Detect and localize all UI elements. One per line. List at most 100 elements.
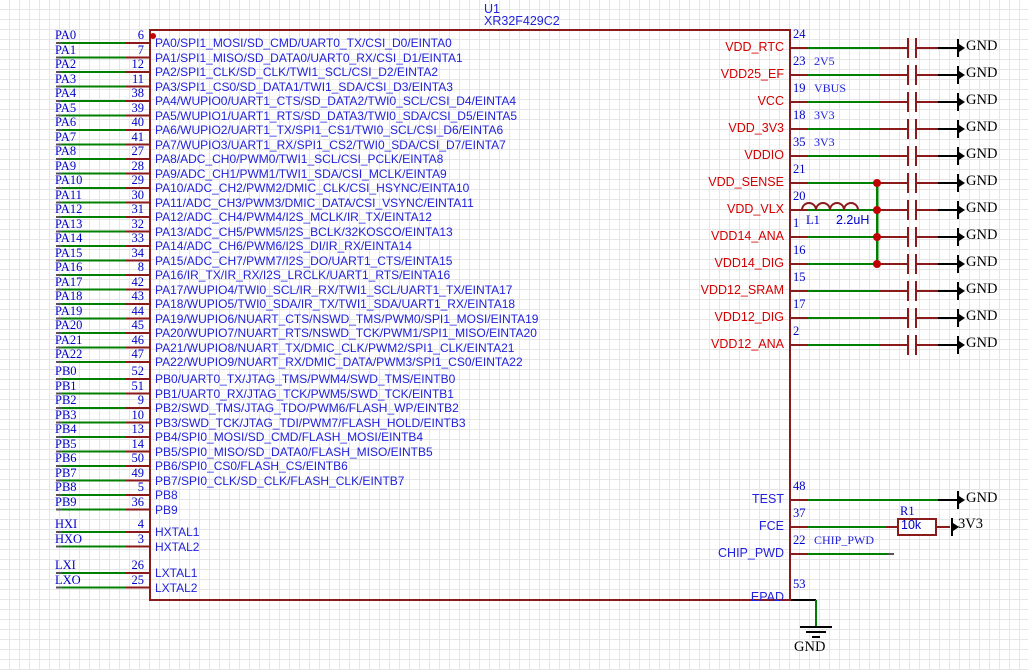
inductor-reference: L1 — [806, 213, 820, 227]
gnd-label-EPAD: GND — [794, 639, 826, 655]
pin-number-PA16: 8 — [137, 260, 144, 274]
gnd-earth-EPAD — [800, 625, 832, 639]
pin-number-PA2: 12 — [131, 57, 145, 71]
gnd-flag-arrow — [959, 179, 965, 187]
power-pin-name-VCC: VCC — [757, 94, 784, 108]
inductor-coil — [801, 202, 859, 211]
symbols-layer — [800, 38, 965, 639]
pin-number-CHIP_PWD: 22 — [793, 533, 806, 547]
pin-number-PA15: 34 — [131, 245, 145, 260]
capacitor-VDD_SENSE — [906, 173, 918, 193]
gnd-flag-VDD_3V3 — [956, 120, 965, 138]
power-pin-name-VDD12_ANA: VDD12_ANA — [711, 337, 784, 351]
gnd-flag-VDD_SENSE — [956, 174, 965, 192]
gnd-flag-VDD14_DIG — [956, 255, 965, 273]
pin-number-VCC: 19 — [793, 81, 806, 95]
gnd-flag-arrow — [959, 314, 965, 322]
pin-function-PA22: PA22/WUPIO9/NUART_RX/DMIC_DATA/PWM3/SPI1… — [155, 355, 523, 369]
gnd-label-VCC: GND — [966, 92, 998, 108]
power-pin-name-VDD14_ANA: VDD14_ANA — [711, 229, 784, 243]
capacitor-VDD12_ANA — [906, 335, 918, 355]
pin-number-VDD_VLX: 20 — [793, 189, 806, 203]
power-pin-name-VDD25_EF: VDD25_EF — [720, 67, 784, 81]
inductor-L1 — [801, 202, 859, 211]
gnd-label-VDD_3V3: GND — [966, 119, 998, 135]
pin-number-PA20: 45 — [131, 318, 145, 332]
pin-number-PA14: 33 — [131, 231, 145, 245]
pin-number-VDD14_ANA: 1 — [793, 216, 800, 230]
junction-vdd-bus-5 — [873, 179, 881, 187]
gnd-label-VDD25_EF: GND — [966, 65, 998, 81]
gnd-flag-VDD12_ANA — [956, 336, 965, 354]
net-label-VDDIO: 3V3 — [814, 135, 835, 149]
pin-function-PB5: PB5/SPI0_MISO/SD_DATA0/FLASH_MISO/EINTB5 — [155, 444, 433, 459]
schematic-sheet: U1 XR32F429C2 PA0 6 PA0/SPI1_MOSI/SD_CMD/U… — [0, 0, 1028, 670]
gnd-flag-arrow — [959, 71, 965, 79]
net-label-VCC: VBUS — [814, 81, 847, 95]
power-pin-name-VDD12_SRAM: VDD12_SRAM — [700, 283, 784, 297]
pin-function-PB0: PB0/UART0_TX/JTAG_TMS/PWM4/SWD_TMS/EINTB… — [155, 372, 456, 386]
gnd-flag-arrow — [959, 341, 965, 349]
gnd-flag-VDD12_DIG — [956, 309, 965, 327]
pin-number-VDD_RTC: 24 — [793, 27, 806, 41]
pin-number-PA6: 40 — [131, 115, 145, 129]
capacitor-VDD_3V3 — [906, 119, 918, 139]
pin-number-TEST: 48 — [793, 479, 806, 493]
gnd-flag-VDD12_SRAM — [956, 282, 965, 300]
gnd-label-VDD_VLX: GND — [966, 200, 998, 216]
gnd-flag-VCC — [956, 93, 965, 111]
inductor-value: 2.2uH — [836, 213, 870, 227]
pin-number-PB4: 13 — [131, 422, 145, 436]
pin-function-PA18: PA18/WUPIO5/TWI0_SDA/IR_TX/TWI1_SDA/UART… — [155, 297, 516, 311]
pin-number-VDD12_DIG: 17 — [793, 297, 806, 311]
pin-number-PA13: 32 — [131, 216, 145, 231]
pin-function-PB3: PB3/SWD_TCK/JTAG_TDI/PWM7/FLASH_HOLD/EIN… — [155, 415, 466, 430]
pin-number-VDD_SENSE: 21 — [793, 162, 806, 176]
gnd-flag-arrow — [959, 206, 965, 214]
gnd-flag-VDD_RTC — [956, 39, 965, 57]
pin-number-PB2: 9 — [137, 393, 144, 407]
pin-function-LXI: LXTAL1 — [155, 566, 198, 580]
power-pin-name-VDD12_DIG: VDD12_DIG — [714, 310, 784, 324]
capacitor-VDDIO — [906, 146, 918, 166]
capacitor-VDD14_DIG — [906, 254, 918, 274]
pin-number-PB8: 5 — [137, 480, 144, 494]
pin-function-PB7: PB7/SPI0_CLK/SD_CLK/FLASH_CLK/EINTB7 — [155, 473, 405, 488]
pin-function-PB4: PB4/SPI0_MOSI/SD_CMD/FLASH_MOSI/EINTB4 — [155, 430, 424, 444]
pin-function-PA3: PA3/SPI1_CS0/SD_DATA1/TWI1_SDA/CSI_D3/EI… — [155, 79, 453, 94]
pin-number-PA9: 28 — [131, 158, 145, 173]
pin-function-PB9: PB9 — [155, 502, 178, 517]
resistor-reference: R1 — [900, 504, 915, 518]
capacitor-VDD12_DIG — [906, 308, 918, 328]
gnd-flag-arrow — [959, 98, 965, 106]
gnd-label-VDD14_DIG: GND — [966, 254, 998, 270]
pin-function-LXO: LXTAL2 — [155, 580, 198, 595]
gnd-label-VDD12_DIG: GND — [966, 308, 998, 324]
gnd-flag-VDD_VLX — [956, 201, 965, 219]
pin-number-HXI: 4 — [137, 517, 144, 531]
power-pin-name-VDD_VLX: VDD_VLX — [727, 202, 784, 216]
power-pin-name-VDD_SENSE: VDD_SENSE — [708, 175, 784, 189]
pin-number-PA10: 29 — [131, 173, 145, 187]
gnd-flag-TEST — [956, 491, 965, 509]
pin-number-VDDIO: 35 — [793, 135, 806, 149]
pin-name-EPAD: EPAD — [750, 590, 784, 604]
pin-number-PB3: 10 — [131, 407, 145, 422]
pin-number-FCE: 37 — [793, 506, 806, 520]
pin-function-PB2: PB2/SWD_TMS/JTAG_TDO/PWM6/FLASH_WP/EINTB… — [155, 401, 459, 415]
gnd-flag-arrow — [959, 260, 965, 268]
pin-number-VDD_3V3: 18 — [793, 108, 806, 122]
pin-name-CHIP_PWD: CHIP_PWD — [718, 546, 784, 560]
power-pin-name-VDD_RTC: VDD_RTC — [725, 40, 784, 54]
pin-number-PB9: 36 — [131, 494, 145, 509]
pin-number-PA4: 38 — [131, 86, 145, 100]
power-pin-name-VDD14_DIG: VDD14_DIG — [714, 256, 784, 270]
pin-number-PA5: 39 — [131, 100, 145, 115]
pin-function-PA5: PA5/WUPIO1/UART1_RTS/SD_DATA3/TWI0_SDA/C… — [155, 108, 518, 123]
pin-function-PB6: PB6/SPI0_CS0/FLASH_CS/EINTB6 — [155, 459, 348, 473]
pin-number-PA19: 44 — [131, 303, 145, 318]
pin-number-PB1: 51 — [131, 378, 145, 393]
pin-number-PA22: 47 — [131, 347, 145, 361]
pin-number-VDD25_EF: 23 — [793, 54, 806, 68]
pin-number-PA7: 41 — [131, 129, 145, 144]
